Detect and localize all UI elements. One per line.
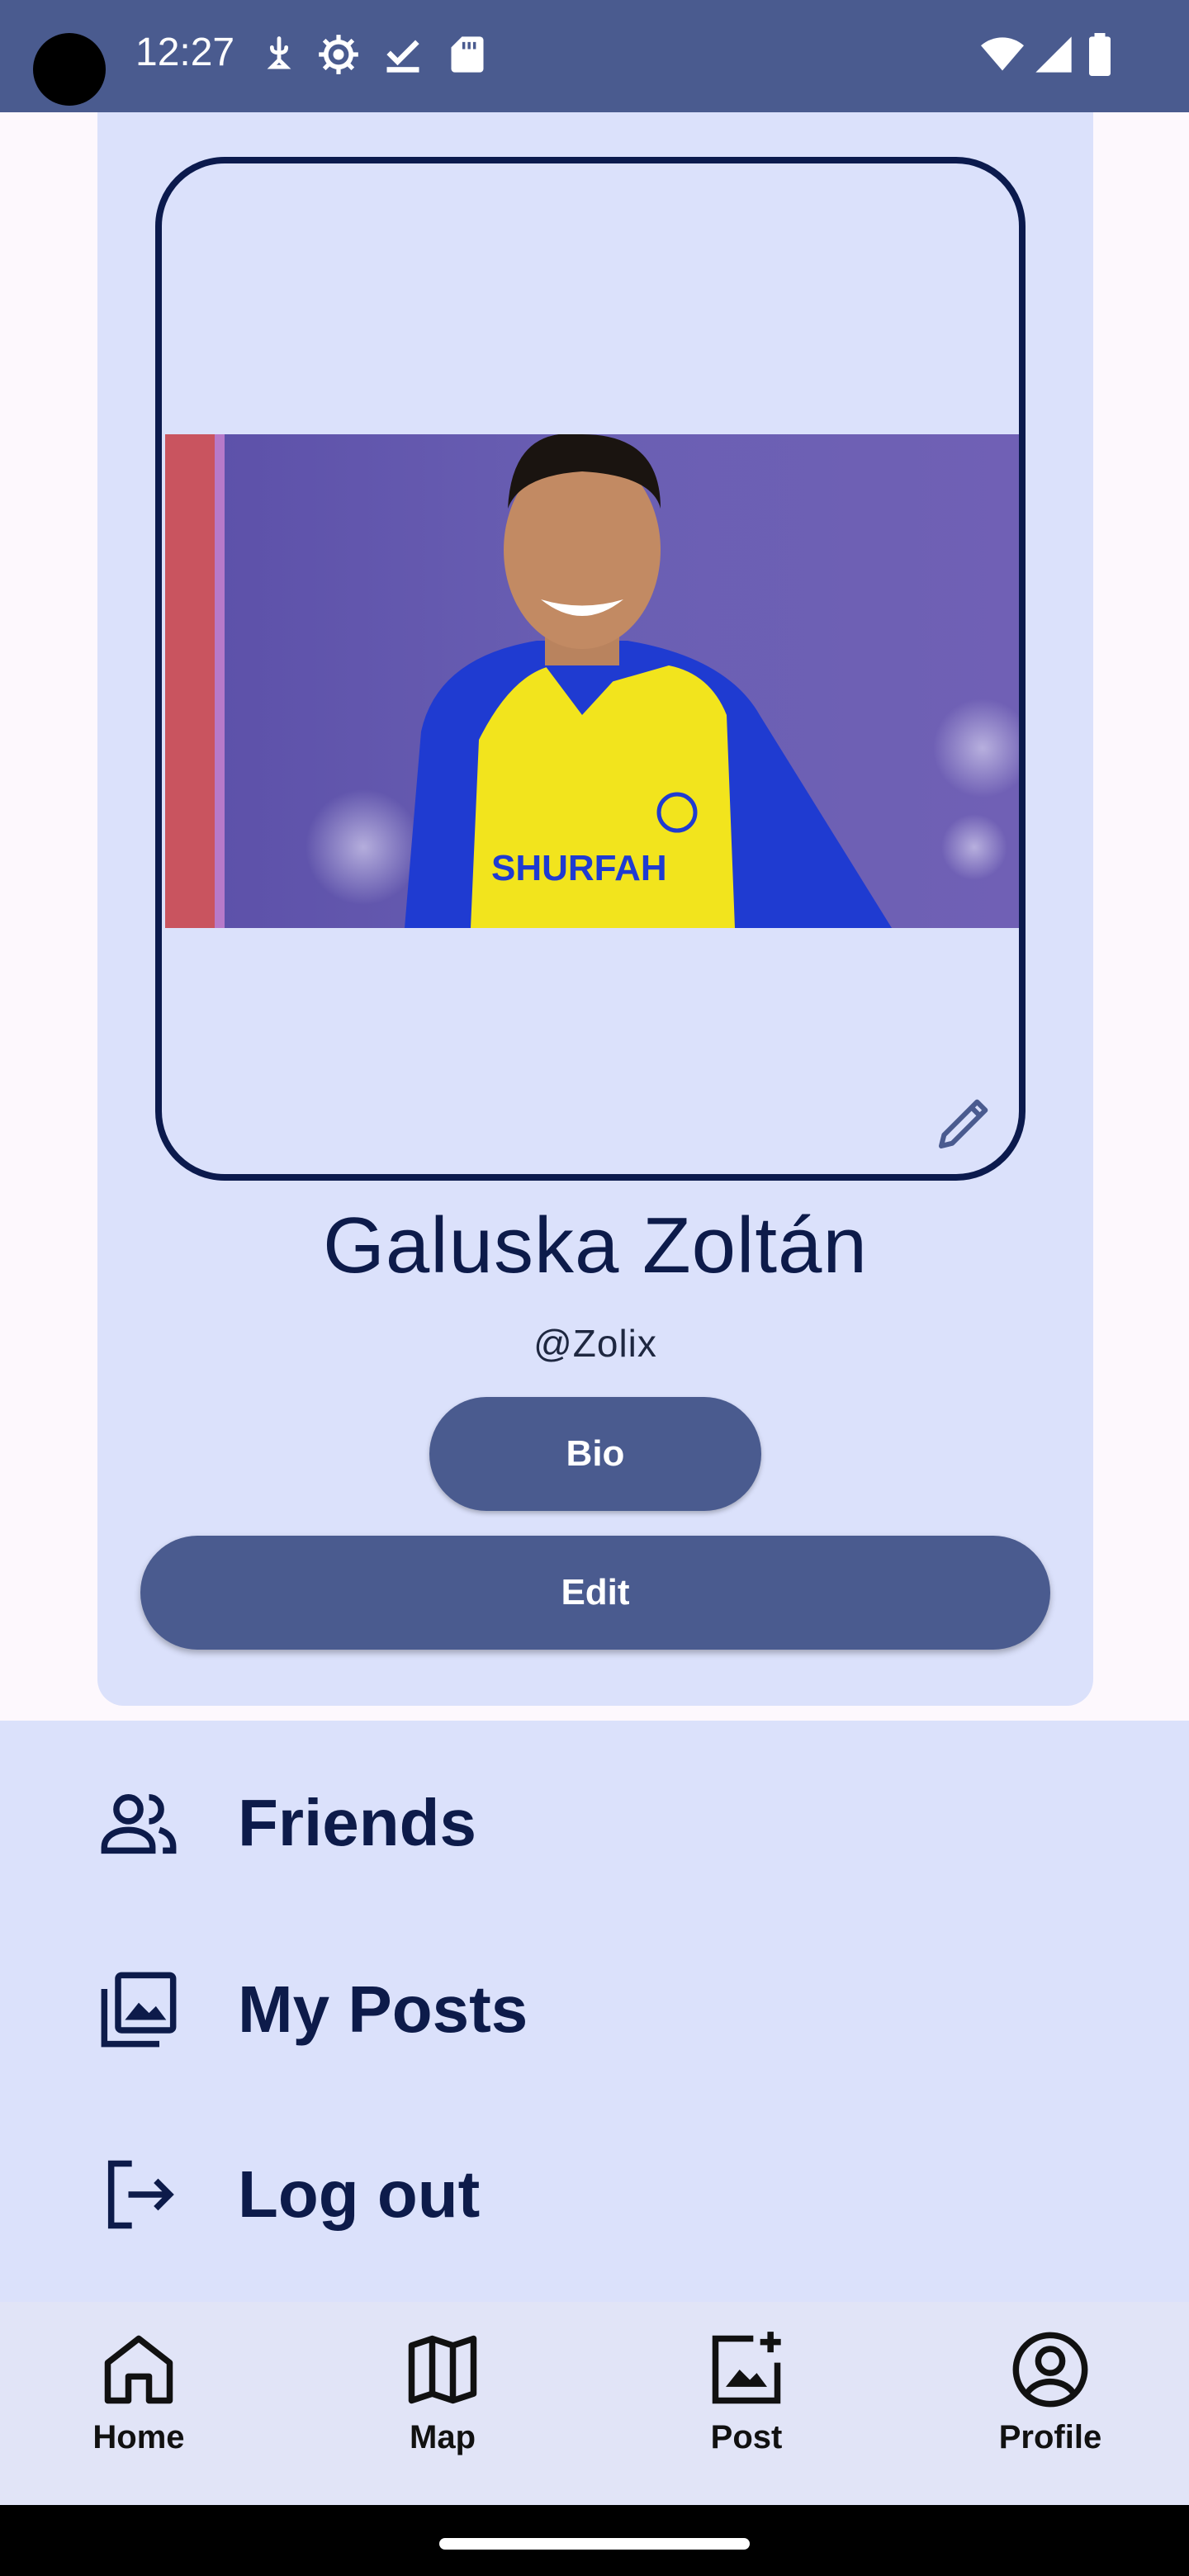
people-icon	[101, 1794, 177, 1854]
menu-label-my-posts: My Posts	[238, 1972, 528, 2046]
nav-label-map: Map	[410, 2419, 476, 2455]
profile-photo-frame[interactable]: SHURFAH	[155, 157, 1026, 1181]
settings-icon	[319, 35, 358, 74]
bio-button[interactable]: Bio	[429, 1397, 761, 1511]
profile-photo: SHURFAH	[165, 434, 1019, 928]
jersey-sponsor-text: SHURFAH	[491, 848, 667, 888]
home-icon	[104, 2335, 173, 2404]
download-done-icon	[386, 40, 419, 73]
sd-card-icon	[451, 36, 484, 73]
battery-icon	[1089, 33, 1111, 76]
status-bar: 12:27	[0, 0, 1189, 112]
profile-handle: @Zolix	[533, 1322, 657, 1365]
home-gesture-pill[interactable]	[439, 2538, 750, 2550]
nav-home[interactable]: Home	[0, 2302, 287, 2505]
menu-item-log-out[interactable]: Log out	[0, 2112, 1189, 2277]
nav-label-home: Home	[92, 2419, 185, 2455]
photo-library-icon	[101, 1972, 177, 2048]
menu-item-my-posts[interactable]: My Posts	[0, 1927, 1189, 2092]
menu-label-log-out: Log out	[238, 2157, 481, 2231]
bottom-navigation: Home Map Post Profile	[0, 2302, 1189, 2505]
add-photo-icon	[712, 2332, 781, 2404]
wifi-icon	[981, 37, 1024, 71]
profile-card: SHURFAH Galuska Zoltán @Zolix Bio Edit	[97, 112, 1093, 1706]
nav-profile[interactable]: Profile	[902, 2302, 1189, 2505]
signal-icon	[1035, 36, 1072, 73]
nav-post[interactable]: Post	[598, 2302, 895, 2505]
menu-item-friends[interactable]: Friends	[0, 1740, 1189, 1906]
profile-menu: Friends My Posts Log out	[0, 1721, 1189, 2302]
usb-debug-icon	[267, 36, 291, 69]
profile-name: Galuska Zoltán	[323, 1201, 868, 1290]
edit-profile-button[interactable]: Edit	[140, 1536, 1050, 1650]
system-navigation-bar	[0, 2505, 1189, 2576]
nav-label-profile: Profile	[998, 2419, 1102, 2455]
status-time: 12:27	[135, 31, 235, 74]
nav-label-post: Post	[710, 2419, 783, 2455]
camera-cutout	[33, 33, 106, 106]
menu-label-friends: Friends	[238, 1786, 476, 1859]
map-icon	[408, 2335, 477, 2404]
nav-map[interactable]: Map	[294, 2302, 591, 2505]
profile-icon	[1012, 2332, 1088, 2408]
logout-icon	[107, 2160, 174, 2229]
edit-photo-pencil-icon[interactable]	[933, 1088, 999, 1154]
